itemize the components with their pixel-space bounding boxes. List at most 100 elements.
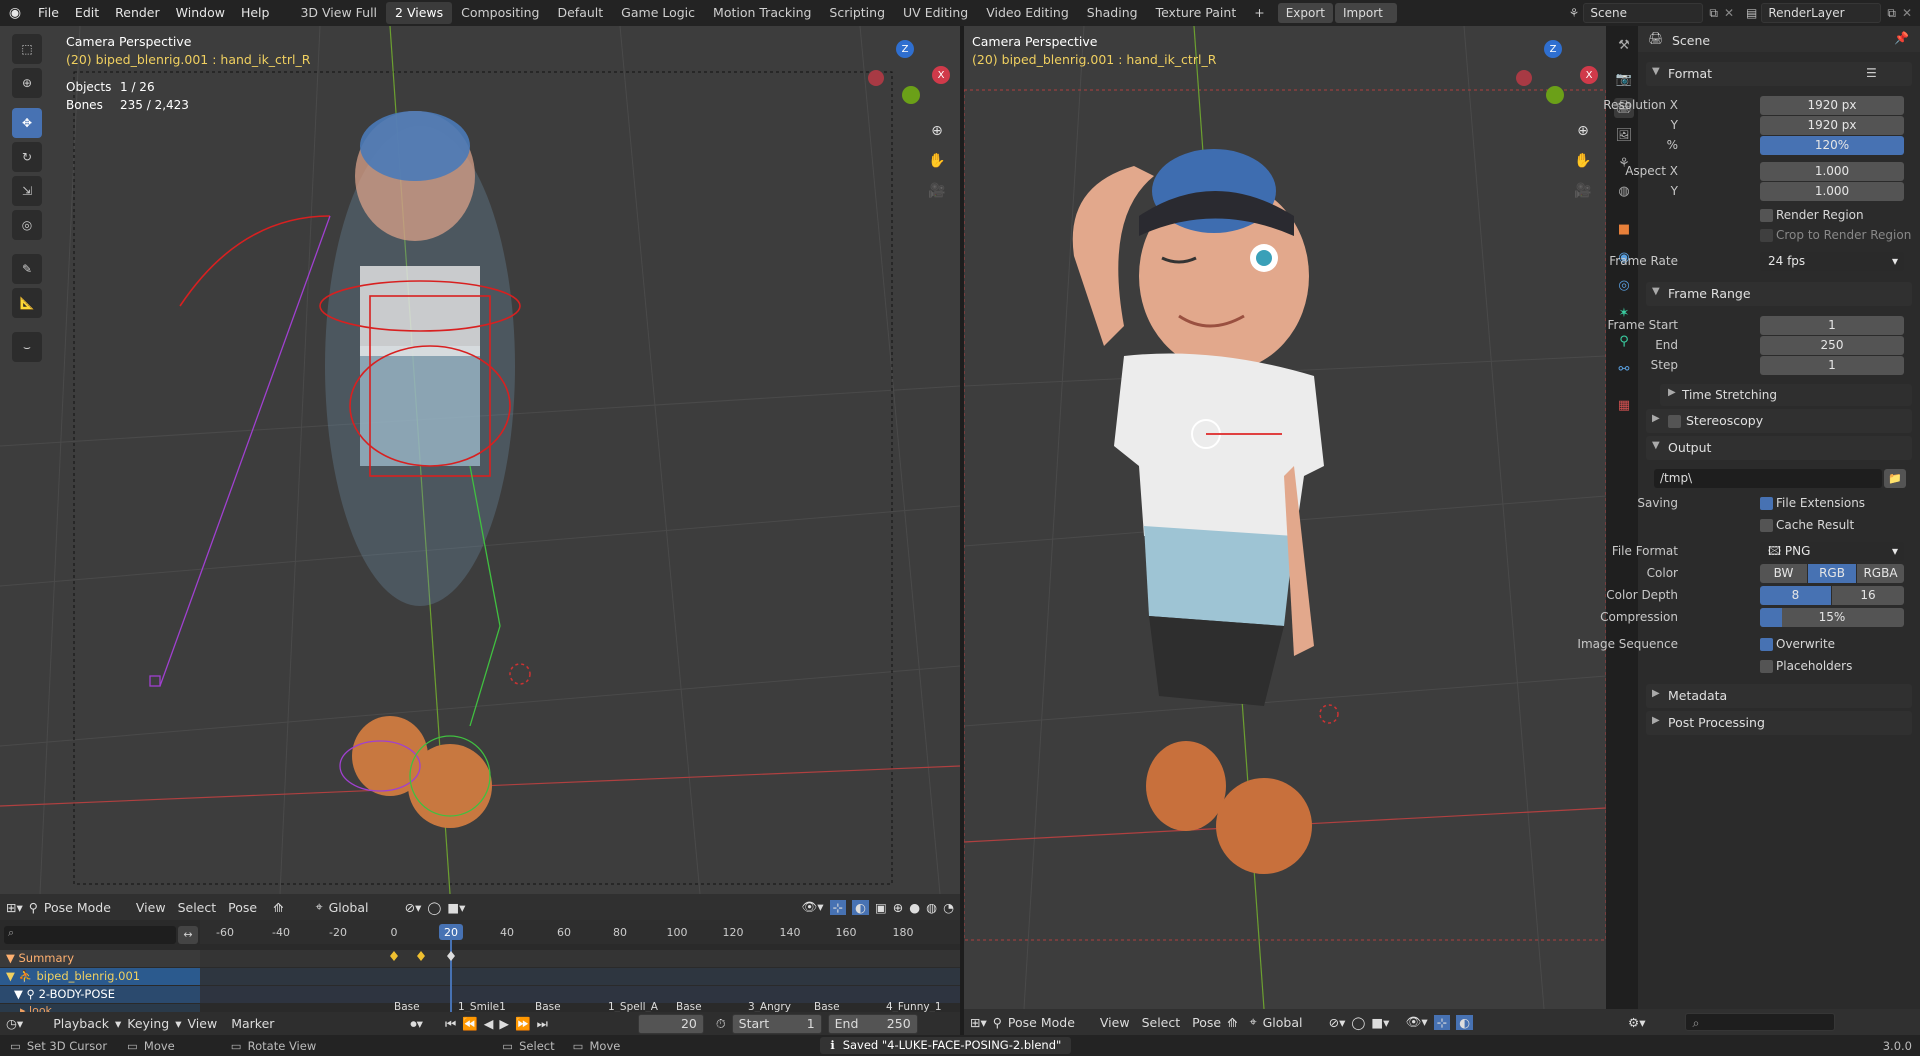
blender-logo-icon[interactable]: ◉ — [0, 5, 30, 21]
jump-end-icon[interactable]: ⏭ — [537, 1016, 548, 1032]
proportional-icon[interactable]: ◯ — [427, 900, 441, 915]
export-button[interactable]: Export — [1277, 3, 1333, 23]
xray-icon[interactable]: ▣ — [875, 900, 887, 915]
wireframe-shading-icon[interactable]: ⊕ — [893, 900, 903, 915]
scale-tool-icon[interactable]: ⇲ — [12, 176, 42, 206]
gizmo-x-axis-icon[interactable]: X — [1580, 66, 1598, 84]
bone-tab-icon[interactable]: ⚯ — [1614, 360, 1634, 380]
stopwatch-icon[interactable]: ⏱ — [716, 1016, 726, 1032]
orientation-selector[interactable]: Global — [1263, 1015, 1323, 1030]
snap-icon[interactable]: ⊘▾ — [1329, 1015, 1346, 1030]
next-key-icon[interactable]: ⏩ — [515, 1016, 531, 1032]
stereoscopy-checkbox[interactable] — [1668, 415, 1681, 428]
pan-hand-icon[interactable]: ✋ — [924, 148, 950, 174]
left-viewport[interactable]: Camera Perspective (20) biped_blenrig.00… — [0, 26, 960, 894]
visibility-icon[interactable]: 👁▾ — [801, 899, 823, 915]
zoom-icon[interactable]: ⊕ — [924, 118, 950, 144]
scene-selector[interactable]: Scene — [1583, 3, 1704, 23]
action-channel-row[interactable]: ▼ ⚲ 2-BODY-POSE — [0, 986, 200, 1003]
aspect-x-field[interactable]: 1.000 — [1760, 162, 1904, 181]
current-frame-field[interactable]: 20 — [637, 1013, 704, 1034]
gizmo-z-axis-icon[interactable]: Z — [896, 40, 914, 58]
render-region-checkbox[interactable] — [1760, 209, 1773, 222]
frame-range-panel-header[interactable]: Frame Range — [1646, 282, 1912, 306]
post-processing-panel-header[interactable]: Post Processing — [1646, 711, 1912, 735]
relax-tool-icon[interactable]: ⌣ — [12, 332, 42, 362]
tab-3d-view-full[interactable]: 3D View Full — [291, 2, 386, 24]
resolution-x-field[interactable]: 1920 px — [1760, 96, 1904, 115]
delete-view-layer-icon[interactable]: ✕ — [1902, 6, 1912, 20]
tab-compositing[interactable]: Compositing — [452, 2, 548, 24]
tab-scripting[interactable]: Scripting — [820, 2, 894, 24]
rendered-shading-icon[interactable]: ◔ — [943, 900, 954, 915]
color-bw-button[interactable]: BW — [1760, 564, 1807, 583]
file-format-dropdown[interactable]: 🖾 PNG ▾ — [1760, 542, 1904, 561]
transform-pivot-icon[interactable]: ⟰ — [1227, 1015, 1237, 1030]
tool-tab-icon[interactable]: ⚒ — [1614, 36, 1634, 56]
frame-step-field[interactable]: 1 — [1760, 356, 1904, 375]
delete-scene-icon[interactable]: ✕ — [1724, 6, 1734, 20]
move-tool-icon[interactable]: ✥ — [12, 108, 42, 138]
jump-start-icon[interactable]: ⏮ — [445, 1016, 456, 1032]
end-frame-field[interactable]: End 250 — [827, 1013, 918, 1034]
transform-pivot-icon[interactable]: ⟰ — [273, 900, 283, 915]
crop-region-checkbox[interactable] — [1760, 229, 1773, 242]
gizmo-z-axis-icon[interactable]: Z — [1544, 40, 1562, 58]
timeline-editor-icon[interactable]: ◷▾ — [6, 1016, 23, 1031]
tab-motion-tracking[interactable]: Motion Tracking — [704, 2, 820, 24]
start-frame-field[interactable]: Start 1 — [731, 1013, 822, 1034]
play-icon[interactable]: ▶ — [499, 1016, 509, 1031]
right-viewport[interactable]: Camera Perspective (20) biped_blenrig.00… — [964, 26, 1606, 1009]
select-box-icon[interactable]: ⬚ — [12, 34, 42, 64]
editor-type-icon[interactable]: ⊞▾ — [6, 900, 23, 915]
overlay-toggle-icon[interactable]: ◐ — [1456, 1014, 1474, 1030]
dopesheet-canvas[interactable]: -60 -40 -20 0 40 60 80 100 120 140 160 1… — [200, 920, 960, 1022]
tab-shading[interactable]: Shading — [1078, 2, 1147, 24]
pin-icon[interactable]: 📌 — [1894, 31, 1909, 45]
world-tab-icon[interactable]: ◍ — [1614, 182, 1634, 202]
output-path-field[interactable]: /tmp\ — [1654, 469, 1882, 488]
play-reverse-icon[interactable]: ◀ — [484, 1016, 494, 1031]
select-menu[interactable]: Select — [178, 900, 217, 915]
compression-slider[interactable]: 15% — [1760, 608, 1904, 627]
gizmo-toggle-icon[interactable]: ⊹ — [829, 899, 847, 915]
pan-hand-icon[interactable]: ✋ — [1570, 148, 1596, 174]
menu-file[interactable]: File — [30, 0, 67, 26]
camera-view-icon[interactable]: 🎥 — [924, 178, 950, 204]
timeline-view-menu[interactable]: View — [188, 1016, 218, 1031]
menu-help[interactable]: Help — [233, 0, 278, 26]
color-rgba-button[interactable]: RGBA — [1857, 564, 1904, 583]
resolution-percent-slider[interactable]: 120% — [1760, 136, 1904, 155]
swap-icon[interactable]: ↔ — [178, 926, 198, 944]
gizmo-toggle-icon[interactable]: ⊹ — [1433, 1014, 1451, 1030]
metadata-panel-header[interactable]: Metadata — [1646, 684, 1912, 708]
pose-menu[interactable]: Pose — [1192, 1015, 1221, 1030]
color-depth-16-button[interactable]: 16 — [1832, 586, 1904, 605]
aspect-y-field[interactable]: 1.000 — [1760, 182, 1904, 201]
menu-render[interactable]: Render — [107, 0, 168, 26]
editor-type-icon[interactable]: ⚙▾ — [1628, 1015, 1645, 1030]
resolution-y-field[interactable]: 1920 px — [1760, 116, 1904, 135]
tab-video-editing[interactable]: Video Editing — [977, 2, 1078, 24]
rotate-tool-icon[interactable]: ↻ — [12, 142, 42, 172]
cache-result-checkbox[interactable] — [1760, 519, 1773, 532]
mode-selector[interactable]: Pose Mode — [44, 900, 124, 915]
select-menu[interactable]: Select — [1142, 1015, 1181, 1030]
menu-edit[interactable]: Edit — [67, 0, 107, 26]
presets-list-icon[interactable]: ☰ — [1866, 66, 1877, 80]
marker-menu[interactable]: Marker — [231, 1016, 274, 1031]
gizmo-y-axis-icon[interactable] — [1546, 86, 1564, 104]
stereoscopy-panel-header[interactable]: Stereoscopy — [1646, 409, 1912, 433]
record-icon[interactable]: ⏺▾ — [410, 1016, 423, 1032]
color-swatch-icon[interactable]: ■▾ — [447, 900, 465, 915]
frame-rate-dropdown[interactable]: 24 fps ▾ — [1760, 252, 1904, 271]
tab-2-views[interactable]: 2 Views — [386, 2, 453, 24]
view-menu[interactable]: View — [136, 900, 166, 915]
pose-menu[interactable]: Pose — [228, 900, 257, 915]
cursor-icon[interactable]: ⊕ — [12, 68, 42, 98]
tab-default[interactable]: Default — [548, 2, 612, 24]
measure-tool-icon[interactable]: 📐 — [12, 288, 42, 318]
timeline-editor[interactable]: ⌕ ↔ ▼ Summary ▼ ⛹ biped_blenrig.001 ▼ ⚲ … — [0, 920, 960, 1022]
transform-tool-icon[interactable]: ◎ — [12, 210, 42, 240]
tab-uv-editing[interactable]: UV Editing — [894, 2, 977, 24]
